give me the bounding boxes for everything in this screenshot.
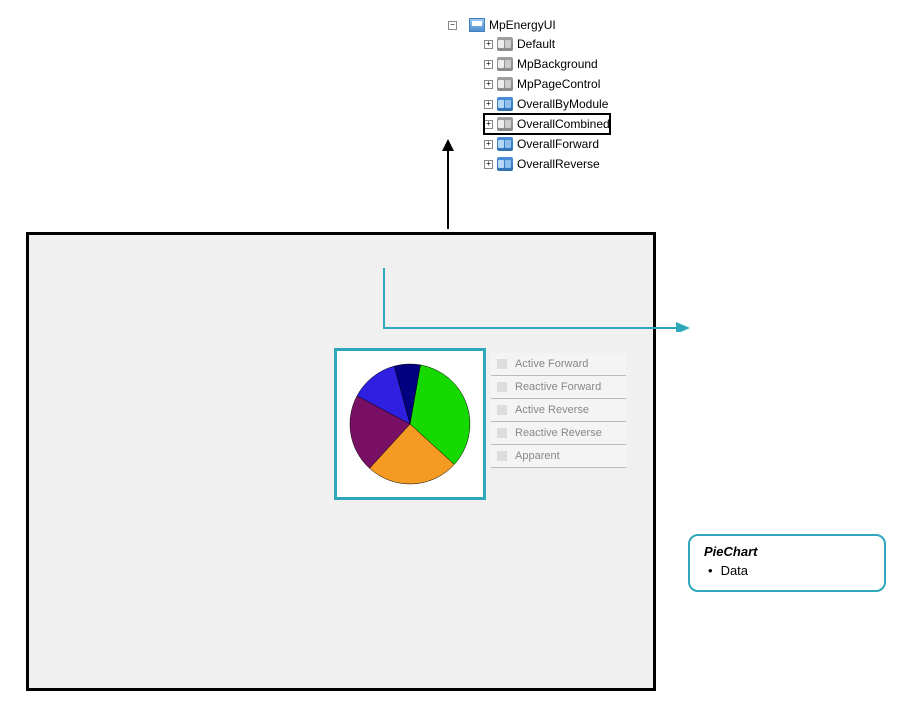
legend-swatch (497, 382, 507, 392)
tree-item-default[interactable]: + Default (484, 34, 610, 54)
legend-label: Active Forward (515, 358, 588, 370)
tree-item-overallbymodule[interactable]: + OverallByModule (484, 94, 610, 114)
tree-item-overallforward[interactable]: + OverallForward (484, 134, 610, 154)
tree-view: − MpEnergyUI + Default + MpBackground + MpPag… (448, 18, 610, 174)
struct-icon (497, 37, 513, 51)
legend-label: Apparent (515, 450, 560, 462)
struct-icon (497, 77, 513, 91)
legend-item: Reactive Forward (491, 376, 626, 399)
tree-item-mpbackground[interactable]: + MpBackground (484, 54, 610, 74)
tree-item-mppagecontrol[interactable]: + MpPageControl (484, 74, 610, 94)
struct-icon (497, 117, 513, 131)
callout-bullet: Data (704, 563, 870, 578)
legend-swatch (497, 359, 507, 369)
callout-piechart: PieChart Data (688, 534, 886, 592)
plus-expander-icon[interactable]: + (484, 120, 493, 129)
tree-root-node[interactable]: − MpEnergyUI (448, 18, 610, 32)
plus-expander-icon[interactable]: + (484, 140, 493, 149)
legend-label: Reactive Reverse (515, 427, 602, 439)
plus-expander-icon[interactable]: + (484, 80, 493, 89)
plus-expander-icon[interactable]: + (484, 100, 493, 109)
window-icon (469, 18, 485, 32)
legend-swatch (497, 451, 507, 461)
struct-icon (497, 137, 513, 151)
tree-item-label: OverallForward (517, 137, 599, 151)
legend-item: Reactive Reverse (491, 422, 626, 445)
legend-label: Active Reverse (515, 404, 589, 416)
tree-item-label: MpPageControl (517, 77, 600, 91)
legend-item: Active Reverse (491, 399, 626, 422)
legend-swatch (497, 405, 507, 415)
tree-item-label: OverallByModule (517, 97, 608, 111)
plus-expander-icon[interactable]: + (484, 160, 493, 169)
connector-arrow-up (440, 139, 456, 233)
struct-icon (497, 57, 513, 71)
chart-legend: Active Forward Reactive Forward Active Rev… (491, 353, 626, 468)
tree-item-label: Default (517, 37, 555, 51)
tree-item-label: OverallCombined (517, 117, 610, 131)
tree-item-label: MpBackground (517, 57, 598, 71)
tree-item-overallcombined[interactable]: + OverallCombined (484, 114, 610, 134)
legend-label: Reactive Forward (515, 381, 601, 393)
layout-panel: Active Forward Reactive Forward Active Rev… (26, 232, 656, 691)
plus-expander-icon[interactable]: + (484, 60, 493, 69)
tree-root-label: MpEnergyUI (489, 18, 556, 32)
plus-expander-icon[interactable]: + (484, 40, 493, 49)
pie-chart (344, 358, 476, 490)
tree-item-overallreverse[interactable]: + OverallReverse (484, 154, 610, 174)
legend-item: Active Forward (491, 353, 626, 376)
struct-icon (497, 157, 513, 171)
struct-icon (497, 97, 513, 111)
tree-item-label: OverallReverse (517, 157, 600, 171)
callout-title: PieChart (704, 544, 870, 559)
pie-chart-box[interactable] (334, 348, 486, 500)
legend-swatch (497, 428, 507, 438)
minus-expander-icon[interactable]: − (448, 21, 457, 30)
legend-item: Apparent (491, 445, 626, 468)
